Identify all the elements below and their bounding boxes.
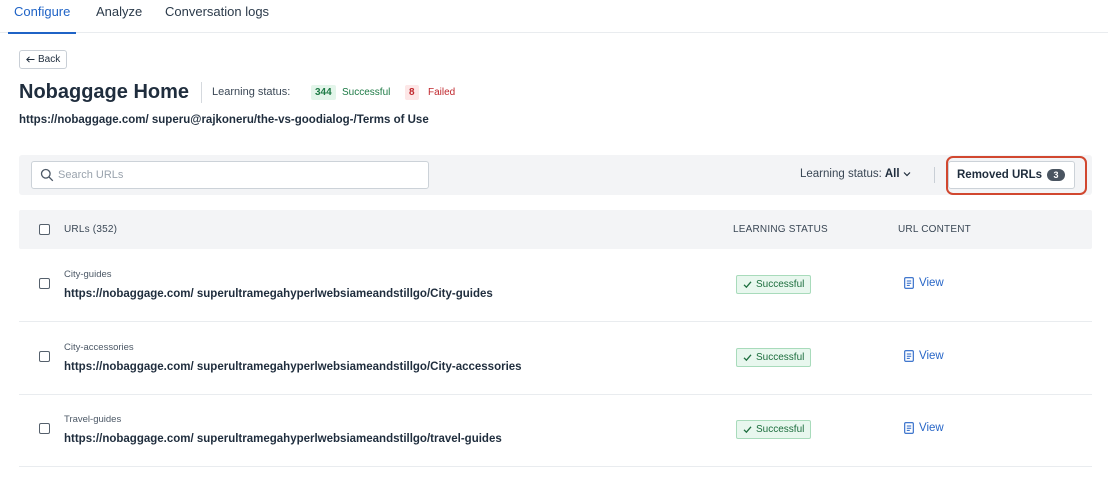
success-label: Successful: [342, 87, 391, 98]
search-icon: [40, 168, 54, 182]
success-count-badge: 344: [311, 85, 336, 100]
tab-conversation-logs[interactable]: Conversation logs: [165, 4, 269, 33]
table-row: City-accessories https://nobaggage.com/ …: [19, 322, 1092, 395]
learning-status-label: Learning status:: [212, 86, 291, 98]
table-header: URLs (352) LEARNING STATUS URL CONTENT: [19, 210, 1092, 249]
row-page-name: City-guides: [64, 269, 112, 280]
column-header-urls: URLs (352): [64, 224, 118, 235]
back-button-label: Back: [38, 54, 61, 65]
top-tabs: Configure Analyze Conversation logs: [0, 0, 1108, 34]
row-url: https://nobaggage.com/ superultramegahyp…: [64, 433, 502, 445]
check-icon: [743, 354, 752, 362]
filter-value: All: [884, 168, 900, 180]
document-icon: [904, 350, 914, 362]
view-content-link[interactable]: View: [904, 350, 944, 362]
filter-label: Learning status:: [800, 168, 882, 180]
status-badge: Successful: [736, 275, 812, 294]
failed-count-badge: 8: [405, 85, 419, 100]
filter-toolbar: Learning status: All Removed URLs 3: [19, 155, 1092, 195]
table-row: City-guides https://nobaggage.com/ super…: [19, 249, 1092, 322]
row-url: https://nobaggage.com/ superultramegahyp…: [64, 361, 522, 373]
view-content-link[interactable]: View: [904, 422, 944, 434]
document-icon: [904, 277, 914, 289]
removed-urls-count: 3: [1047, 169, 1065, 181]
column-header-url-content: URL CONTENT: [898, 224, 971, 235]
site-url-path: https://nobaggage.com/ superu@rajkoneru/…: [19, 114, 429, 126]
toolbar-divider: [934, 167, 935, 183]
title-divider: [201, 82, 202, 103]
back-button[interactable]: Back: [19, 50, 68, 69]
view-link-label: View: [919, 277, 944, 289]
tab-configure[interactable]: Configure: [7, 4, 77, 34]
row-page-name: Travel-guides: [64, 414, 122, 425]
search-input[interactable]: [58, 166, 418, 184]
status-badge: Successful: [736, 420, 812, 439]
check-icon: [743, 426, 752, 434]
row-checkbox[interactable]: [39, 423, 50, 434]
status-text: Successful: [756, 424, 805, 435]
row-checkbox[interactable]: [39, 278, 50, 289]
table-row: Travel-guides https://nobaggage.com/ sup…: [19, 394, 1092, 467]
status-text: Successful: [756, 279, 805, 290]
removed-urls-button[interactable]: Removed URLs 3: [948, 161, 1075, 189]
status-text: Successful: [756, 352, 805, 363]
chevron-down-icon: [903, 172, 910, 177]
learning-status-filter[interactable]: Learning status: All: [800, 168, 911, 180]
row-url: https://nobaggage.com/ superultramegahyp…: [64, 288, 493, 300]
failed-label: Failed: [428, 87, 456, 98]
arrow-left-icon: [26, 56, 35, 63]
removed-urls-label: Removed URLs: [957, 169, 1042, 181]
status-badge: Successful: [736, 348, 812, 367]
document-icon: [904, 422, 914, 434]
row-page-name: City-accessories: [64, 342, 134, 353]
check-icon: [743, 281, 752, 289]
select-all-checkbox[interactable]: [39, 224, 50, 235]
column-header-learning-status: LEARNING STATUS: [733, 224, 828, 235]
search-box: [31, 161, 429, 189]
view-link-label: View: [919, 422, 944, 434]
page-title: Nobaggage Home: [19, 81, 190, 103]
tab-analyze[interactable]: Analyze: [96, 4, 142, 33]
row-checkbox[interactable]: [39, 351, 50, 362]
view-content-link[interactable]: View: [904, 277, 944, 289]
view-link-label: View: [919, 350, 944, 362]
